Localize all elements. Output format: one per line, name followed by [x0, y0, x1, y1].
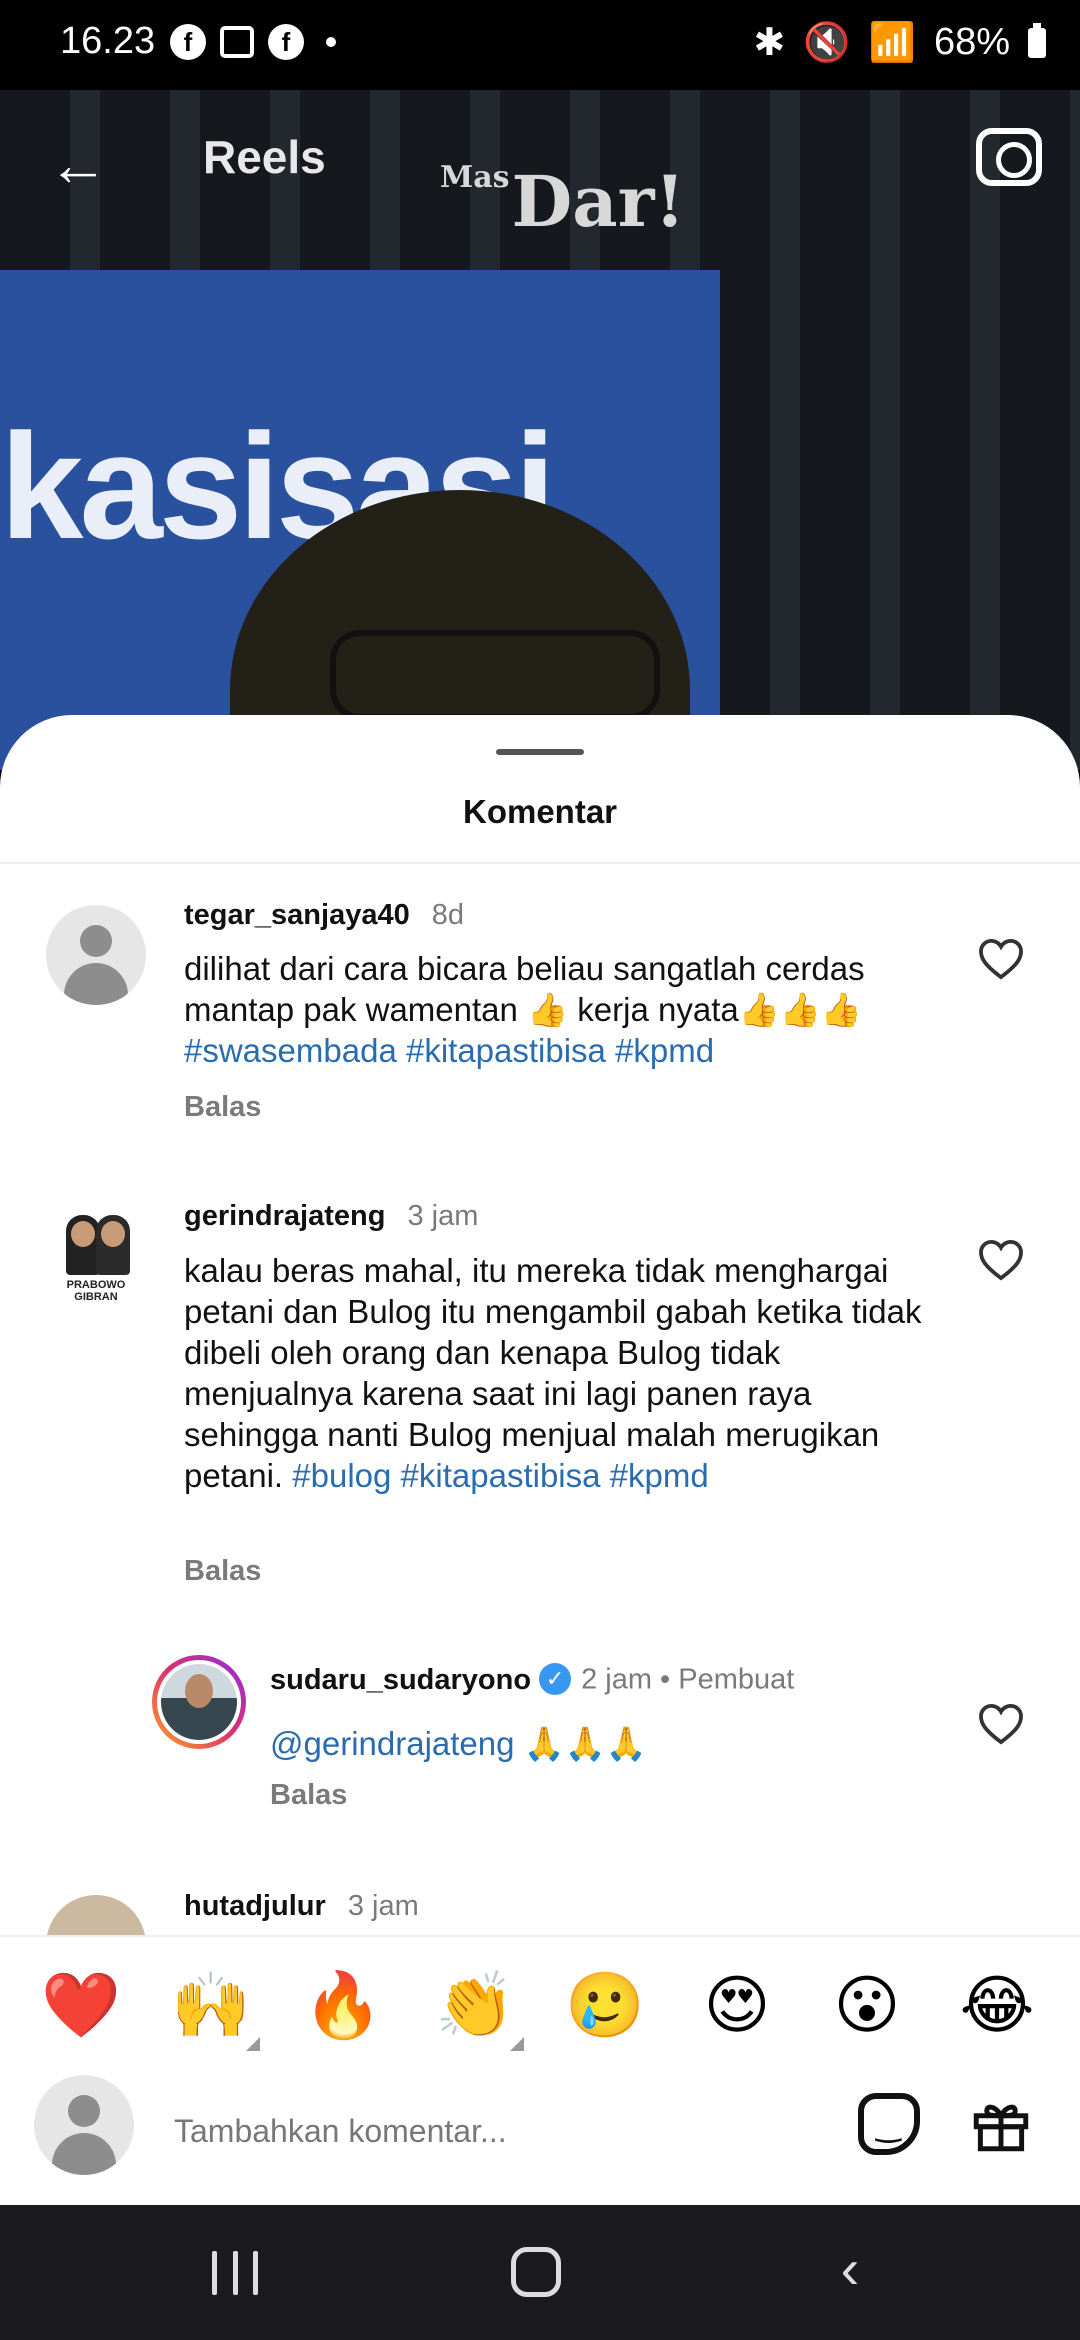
sheet-title: Komentar	[462, 793, 618, 830]
emoji-fire[interactable]: 🔥	[298, 1965, 388, 2045]
comment-time: 3 jam	[407, 1200, 479, 1232]
battery-icon	[1028, 22, 1046, 58]
status-notification-icons: f f	[170, 24, 336, 60]
emoji-crying[interactable]: 🥲	[560, 1965, 650, 2045]
avatar-label: PRABOWO GIBRAN	[66, 1279, 126, 1303]
emoji-heart-eyes[interactable]: 😍	[692, 1965, 782, 2045]
heart-outline-icon[interactable]	[978, 938, 1024, 980]
separator-dot: •	[660, 1663, 679, 1696]
camera-icon[interactable]	[976, 128, 1042, 186]
comment-meta: tegar_sanjaya40 8d	[184, 899, 464, 932]
comment-text: @gerindrajateng 🙏🙏🙏	[270, 1723, 930, 1764]
comment-meta: sudaru_sudaryono ✓ 2 jam • Pembuat	[270, 1663, 794, 1699]
avatar[interactable]	[46, 905, 146, 1005]
more-notifications-icon	[326, 37, 336, 47]
sticker-icon[interactable]	[858, 2093, 920, 2155]
comment-hashtags[interactable]: #bulog #kitapastibisa #kpmd	[292, 1457, 708, 1494]
reply-button[interactable]: Balas	[270, 1779, 347, 1812]
avatar	[34, 2075, 134, 2175]
emoji-raised-hands[interactable]: 🙌	[166, 1965, 260, 2051]
system-nav-bar: ‹	[0, 2205, 1080, 2340]
avatar-story-ring[interactable]	[152, 1655, 246, 1749]
comment-text: dilihat dari cara bicara beliau sangatla…	[184, 948, 924, 1071]
chevron-left-icon[interactable]: ‹	[820, 2239, 880, 2299]
facebook-icon: f	[170, 24, 206, 60]
comment-username[interactable]: sudaru_sudaryono	[270, 1664, 531, 1696]
gallery-icon	[220, 26, 254, 58]
facebook-icon: f	[268, 24, 304, 60]
avatar[interactable]: PRABOWO GIBRAN	[46, 1205, 146, 1305]
reels-top-bar: ← Reels	[0, 90, 1080, 230]
reply-button[interactable]: Balas	[184, 1091, 261, 1124]
comment-mention[interactable]: @gerindrajateng	[270, 1725, 515, 1762]
comment-username[interactable]: gerindrajateng	[184, 1200, 385, 1232]
video-person-glasses	[330, 630, 660, 720]
bluetooth-icon: ✱	[753, 22, 786, 64]
battery-percent: 68%	[933, 21, 1010, 63]
comment-meta: hutadjulur 3 jam	[184, 1890, 419, 1923]
comment-text: kalau beras mahal, itu mereka tidak meng…	[184, 1250, 934, 1496]
avatar	[161, 1664, 237, 1740]
comment-input[interactable]	[174, 2099, 814, 2163]
comment-time: 3 jam	[347, 1890, 419, 1922]
page-title: Reels	[203, 131, 326, 183]
comment-input-bar	[0, 2069, 1080, 2205]
status-time: 16.23	[60, 20, 156, 62]
home-icon[interactable]	[511, 2247, 561, 2297]
verified-badge-icon: ✓	[539, 1663, 572, 1695]
emoji-heart[interactable]: ❤️	[36, 1965, 126, 2045]
comment-text-line: dilihat dari cara bicara beliau sangatla…	[184, 950, 865, 987]
heart-outline-icon[interactable]	[978, 1239, 1024, 1281]
emoji-quick-bar: ❤️ 🙌 🔥 👏 🥲 😍 😮 😂	[0, 1935, 1080, 2069]
emoji-clapping[interactable]: 👏	[430, 1965, 524, 2051]
emoji-laughing[interactable]: 😂	[952, 1965, 1042, 2045]
recent-apps-icon[interactable]	[212, 2251, 258, 2295]
status-bar: 16.23 f f ✱ 🔇 📶 68%	[0, 0, 1080, 90]
comment-username[interactable]: tegar_sanjaya40	[184, 899, 410, 931]
divider	[0, 862, 1080, 864]
comment-text-line: mantap pak wamentan 👍 kerja nyata👍👍👍	[184, 991, 862, 1028]
comment-username[interactable]: hutadjulur	[184, 1890, 326, 1922]
gift-icon[interactable]	[968, 2091, 1034, 2157]
comment-time: 2 jam	[581, 1663, 652, 1696]
emoji-surprised[interactable]: 😮	[822, 1965, 912, 2045]
sheet-drag-handle[interactable]	[496, 749, 584, 755]
comment-hashtags[interactable]: #swasembada #kitapastibisa #kpmd	[184, 1030, 924, 1071]
comment-meta: gerindrajateng 3 jam	[184, 1200, 478, 1233]
reply-button[interactable]: Balas	[184, 1555, 261, 1588]
wifi-icon: 📶	[868, 21, 916, 64]
heart-outline-icon[interactable]	[978, 1703, 1024, 1745]
back-arrow-icon[interactable]: ←	[42, 130, 114, 202]
status-system-icons: ✱ 🔇 📶 68%	[753, 20, 1046, 65]
creator-label: Pembuat	[678, 1663, 795, 1696]
comment-time: 8d	[431, 899, 465, 931]
mute-icon: 🔇	[803, 21, 851, 64]
comment-body: 🙏🙏🙏	[523, 1725, 647, 1762]
